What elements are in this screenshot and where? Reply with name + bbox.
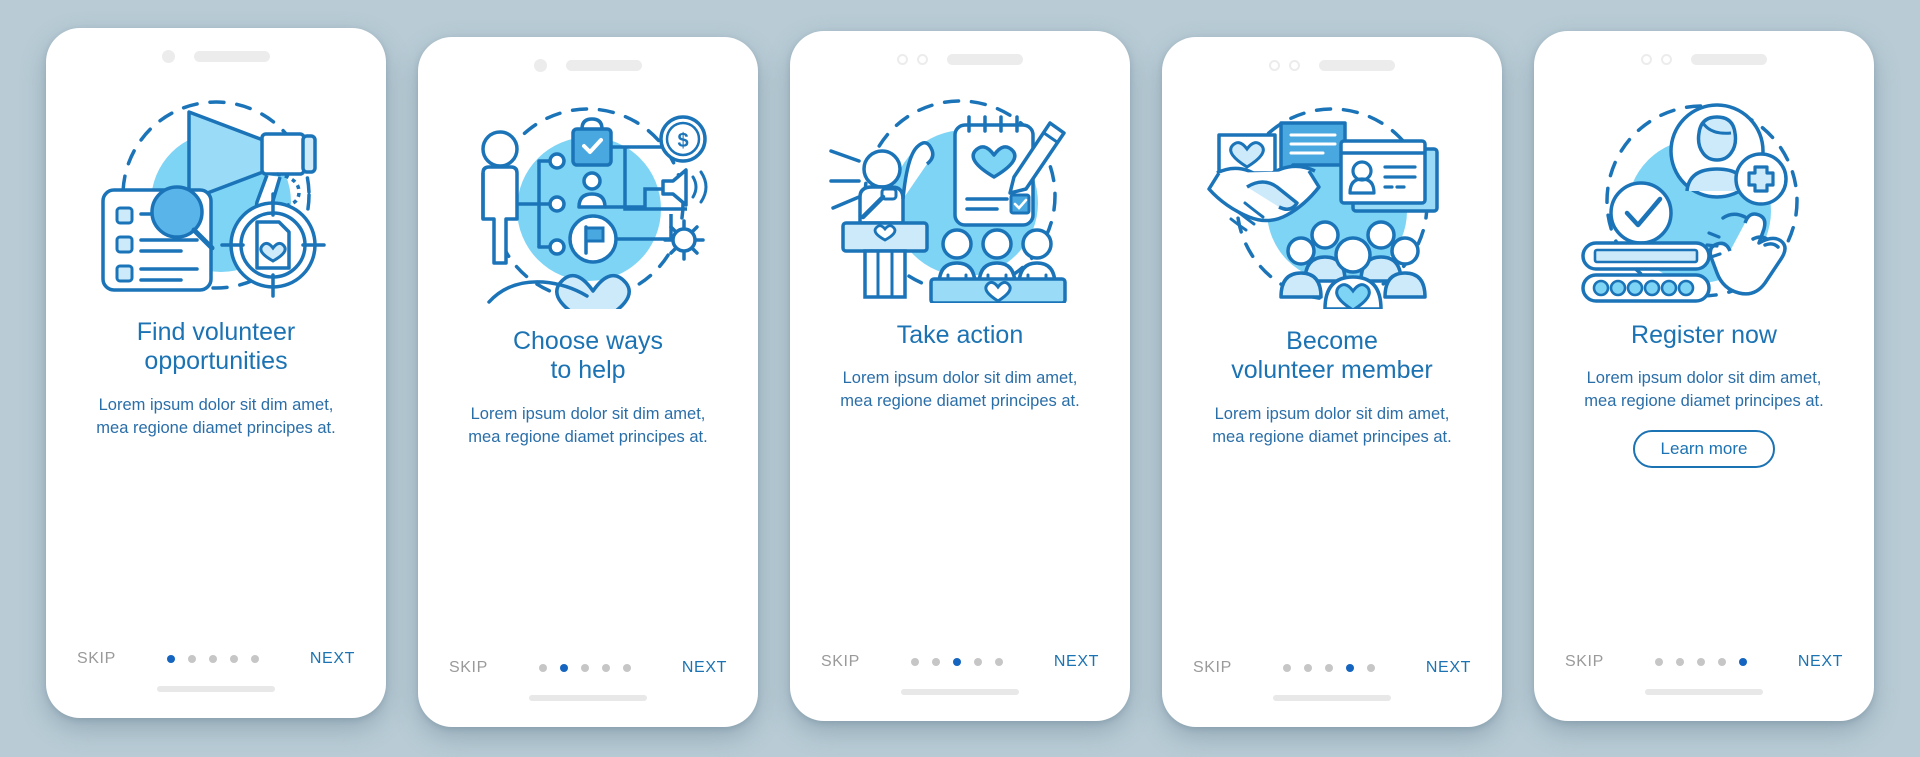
home-indicator [157, 685, 275, 692]
step-dot-2[interactable] [1303, 663, 1312, 672]
skip-button[interactable]: SKIP [77, 650, 116, 668]
step-dot-2[interactable] [931, 657, 940, 666]
step-dot-2[interactable] [187, 654, 196, 663]
step-dot-4[interactable] [229, 654, 238, 663]
step-dot-5[interactable] [622, 663, 631, 672]
illustration-speaker-podium-audience-notepad [825, 93, 1095, 303]
illustration-person-options-hand-heart: $ [453, 99, 723, 309]
illustration-megaphone-checklist-search-target [81, 90, 351, 300]
home-indicator [901, 688, 1019, 695]
card-title: Find volunteer opportunities [136, 317, 296, 376]
speaker-bar-icon [1319, 60, 1395, 71]
card-body-text: Lorem ipsum dolor sit dim amet, mea regi… [840, 369, 1080, 411]
step-dot-1[interactable] [1654, 657, 1663, 666]
home-indicator [1645, 688, 1763, 695]
step-dot-3[interactable] [1696, 657, 1705, 666]
onboarding-card-become-volunteer-member: Become volunteer member Lorem ipsum dolo… [1162, 36, 1502, 727]
step-dot-5[interactable] [250, 654, 259, 663]
skip-button[interactable]: SKIP [1193, 659, 1232, 677]
step-dot-4[interactable] [1717, 657, 1726, 666]
camera-ring-icon [1269, 60, 1280, 71]
step-dot-1[interactable] [1282, 663, 1291, 672]
onboarding-nav: SKIP NEXT [77, 650, 355, 668]
step-dot-1[interactable] [166, 654, 175, 663]
onboarding-nav: SKIP NEXT [449, 659, 727, 677]
camera-dot-icon [162, 50, 175, 63]
camera-ring-icon [1641, 54, 1652, 65]
sensor-ring-icon [1661, 54, 1672, 65]
phone-status-notch [1534, 31, 1874, 75]
card-title: Take action [896, 320, 1024, 349]
home-indicator [529, 694, 647, 701]
step-dot-2[interactable] [559, 663, 568, 672]
step-dot-5[interactable] [994, 657, 1003, 666]
step-dot-4[interactable] [601, 663, 610, 672]
phone-status-notch [1162, 37, 1502, 81]
next-button[interactable]: NEXT [682, 659, 727, 677]
camera-ring-icon [897, 54, 908, 65]
card-title: Choose ways to help [512, 326, 664, 385]
step-dot-3[interactable] [1324, 663, 1333, 672]
step-dots [1282, 663, 1375, 672]
step-dot-5[interactable] [1738, 657, 1747, 666]
phone-status-notch [790, 31, 1130, 75]
sensor-ring-icon [1289, 60, 1300, 71]
card-body-text: Lorem ipsum dolor sit dim amet, mea regi… [1584, 369, 1824, 411]
step-dot-4[interactable] [1345, 663, 1354, 672]
step-dot-2[interactable] [1675, 657, 1684, 666]
svg-text:$: $ [677, 130, 688, 152]
next-button[interactable]: NEXT [1798, 653, 1843, 671]
onboarding-card-choose-ways-to-help: $ Choose ways to help Lorem ipsum dolor … [418, 36, 758, 727]
learn-more-button[interactable]: Learn more [1632, 429, 1776, 468]
step-dots [910, 657, 1003, 666]
camera-dot-icon [534, 59, 547, 72]
step-dot-4[interactable] [973, 657, 982, 666]
step-dot-3[interactable] [952, 657, 961, 666]
onboarding-card-register-now: Register now Lorem ipsum dolor sit dim a… [1534, 30, 1874, 721]
next-button[interactable]: NEXT [310, 650, 355, 668]
card-title: Become volunteer member [1231, 326, 1433, 385]
step-dots [166, 654, 259, 663]
step-dots [1654, 657, 1747, 666]
card-body-text: Lorem ipsum dolor sit dim amet, mea regi… [1212, 404, 1452, 446]
next-button[interactable]: NEXT [1054, 653, 1099, 671]
onboarding-card-take-action: Take action Lorem ipsum dolor sit dim am… [790, 30, 1130, 721]
speaker-bar-icon [947, 54, 1023, 65]
onboarding-nav: SKIP NEXT [1565, 653, 1843, 671]
step-dot-1[interactable] [538, 663, 547, 672]
onboarding-nav: SKIP NEXT [821, 653, 1099, 671]
step-dot-1[interactable] [910, 657, 919, 666]
next-button[interactable]: NEXT [1426, 659, 1471, 677]
step-dot-5[interactable] [1366, 663, 1375, 672]
onboarding-nav: SKIP NEXT [1193, 659, 1471, 677]
card-body-text: Lorem ipsum dolor sit dim amet, mea regi… [96, 395, 336, 437]
phone-status-notch [46, 28, 386, 72]
skip-button[interactable]: SKIP [1565, 653, 1604, 671]
speaker-bar-icon [566, 60, 642, 71]
skip-button[interactable]: SKIP [821, 653, 860, 671]
speaker-bar-icon [194, 51, 270, 62]
card-body-text: Lorem ipsum dolor sit dim amet, mea regi… [468, 404, 708, 446]
sensor-ring-icon [917, 54, 928, 65]
step-dots [538, 663, 631, 672]
onboarding-card-find-volunteer-opportunities: Find volunteer opportunities Lorem ipsum… [46, 27, 386, 718]
skip-button[interactable]: SKIP [449, 659, 488, 677]
illustration-avatar-plus-check-form-hand [1569, 93, 1839, 303]
onboarding-screens-row: Find volunteer opportunities Lorem ipsum… [0, 0, 1920, 757]
home-indicator [1273, 694, 1391, 701]
illustration-handshake-idcard-group [1197, 99, 1467, 309]
step-dot-3[interactable] [580, 663, 589, 672]
card-title: Register now [1631, 320, 1777, 349]
speaker-bar-icon [1691, 54, 1767, 65]
step-dot-3[interactable] [208, 654, 217, 663]
phone-status-notch [418, 37, 758, 81]
